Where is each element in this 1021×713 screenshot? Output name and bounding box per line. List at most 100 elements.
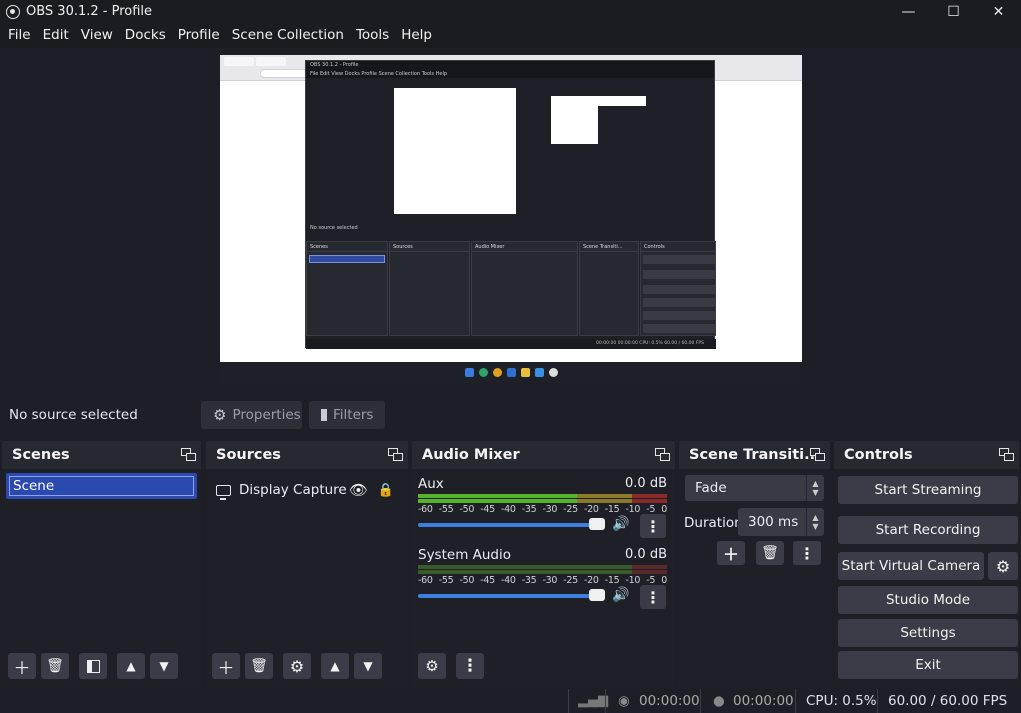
move-source-down-button[interactable]: ▼ [354,653,382,679]
volume-slider-handle[interactable] [589,589,605,601]
volume-slider[interactable] [418,523,605,527]
menu-edit[interactable]: Edit [37,23,75,48]
remove-scene-button[interactable]: 🗑 [41,653,69,679]
tick-label: -35 [521,504,537,515]
remove-transition-button[interactable]: 🗑 [756,541,784,565]
start-recording-button[interactable]: Start Recording [838,516,1018,544]
mixer-body: Aux 0.0 dB -60 -55 -50 -45 -40 -35 -30 -… [412,469,675,687]
divider [568,689,569,713]
tick-label: -50 [459,575,475,586]
audio-mixer-title: Audio Mixer [422,447,520,463]
preview-nested-docks: Scenes Sources Audio Mixer Scene Transit… [306,241,716,349]
volume-slider[interactable] [418,594,605,598]
volume-slider-handle[interactable] [589,518,605,530]
menu-file[interactable]: File [2,23,37,48]
undock-icon[interactable] [810,448,826,462]
preview-canvas[interactable]: OBS 30.1.2 - Profile File Edit View Dock… [220,55,802,383]
close-button[interactable]: ✕ [976,0,1021,23]
tick-label: -25 [563,504,578,515]
preview-nested-canvas-3 [598,106,670,144]
signal-bars-icon: ▂▄▆ [578,693,608,708]
properties-button[interactable]: ⚙ Properties [201,401,302,429]
duration-spinbox[interactable]: 300 ms ▲ ▼ [738,508,824,536]
undock-icon[interactable] [388,448,404,462]
menu-view[interactable]: View [75,23,119,48]
lock-icon[interactable]: 🔒 [378,483,394,498]
tick-label: -45 [480,575,495,586]
add-source-button[interactable]: ＋ [212,653,240,679]
scenes-title: Scenes [12,447,70,463]
mixer-menu-button[interactable]: ⋮ [456,653,484,679]
move-source-up-button[interactable]: ▲ [321,653,349,679]
window-title: OBS 30.1.2 - Profile [26,4,153,19]
sources-list[interactable]: Display Capture 👁 🔒 ＋ 🗑 ⚙ ▲ ▼ [206,469,408,687]
maximize-button[interactable]: ☐ [931,0,976,23]
add-transition-button[interactable]: ＋ [717,541,745,565]
preview-nested-scene [309,255,385,263]
menu-docks[interactable]: Docks [119,23,172,48]
preview-area[interactable]: OBS 30.1.2 - Profile File Edit View Dock… [0,48,1021,388]
transition-menu-button[interactable]: ⋮ [793,541,821,565]
settings-button[interactable]: Settings [838,619,1018,647]
windows-start-icon [464,368,474,377]
menu-help[interactable]: Help [395,23,438,48]
start-streaming-button[interactable]: Start Streaming [838,476,1018,504]
filter-icon [321,409,327,421]
scene-item[interactable]: Scene [6,473,197,499]
undock-icon[interactable] [655,448,671,462]
chevron-up-icon: ▲ [330,659,340,673]
tick-label: -10 [625,575,641,586]
scene-item-label: Scene [9,476,194,496]
sources-title: Sources [216,447,281,463]
transition-select[interactable]: Fade ▲ ▼ [685,475,824,501]
tick-label: -30 [542,575,558,586]
channel-menu-button[interactable]: ⋮ [640,585,666,609]
store-icon [534,368,544,377]
speaker-icon[interactable]: 🔊 [612,587,629,603]
channel-name: System Audio [418,547,512,563]
source-item[interactable]: Display Capture 👁 🔒 [216,479,398,501]
tick-label: -40 [501,575,516,586]
undock-icon[interactable] [181,448,197,462]
preview-nested-canvas-2 [551,96,670,144]
scene-filters-button[interactable] [79,653,107,679]
filters-button[interactable]: Filters [309,401,385,429]
start-virtual-camera-button[interactable]: Start Virtual Camera [838,552,984,580]
source-properties-button[interactable]: ⚙ [283,653,311,679]
divider [605,689,606,713]
add-scene-button[interactable]: ＋ [8,653,36,679]
scenes-dock: Scenes Scene ＋ 🗑 ▲ ▼ [2,441,201,687]
exit-button[interactable]: Exit [838,651,1018,679]
preview-nested-dock-title: Scene Transiti... [580,242,638,252]
remove-source-button[interactable]: 🗑 [245,653,273,679]
scenes-list[interactable]: Scene ＋ 🗑 ▲ ▼ [2,469,201,687]
preview-nested-dock: Scenes [306,241,388,336]
mixer-channel-aux: Aux 0.0 dB -60 -55 -50 -45 -40 -35 -30 -… [418,476,667,546]
virtual-camera-settings-button[interactable]: ⚙ [988,552,1018,580]
mixer-settings-button[interactable]: ⚙ [418,653,446,679]
divider [877,689,878,713]
minimize-button[interactable]: — [886,0,931,23]
sources-dock: Sources Display Capture 👁 🔒 ＋ 🗑 ⚙ ▲ ▼ [206,441,408,687]
undock-icon[interactable] [999,448,1015,462]
channel-menu-button[interactable]: ⋮ [640,514,666,538]
audio-meter [418,499,667,503]
menu-profile[interactable]: Profile [172,23,226,48]
menu-scene-collection[interactable]: Scene Collection [226,23,350,48]
speaker-icon[interactable]: 🔊 [612,516,629,532]
preview-nested-control [643,285,715,294]
gear-icon: ⚙ [995,556,1011,576]
menu-tools[interactable]: Tools [350,23,395,48]
chevron-down-icon: ▼ [159,659,169,673]
tick-label: -10 [625,504,641,515]
select-arrows-icon: ▲ ▼ [806,475,824,501]
studio-mode-button[interactable]: Studio Mode [838,586,1018,614]
properties-label: Properties [232,407,301,423]
tick-label: -60 [418,504,433,515]
move-scene-up-button[interactable]: ▲ [117,653,145,679]
eye-icon[interactable]: 👁 [349,481,368,499]
spin-arrows-icon[interactable]: ▲ ▼ [806,508,824,536]
move-scene-down-button[interactable]: ▼ [150,653,178,679]
mixer-channel-system-audio: System Audio 0.0 dB -60 -55 -50 -45 -40 … [418,547,667,617]
streaming-icon: ◉ [618,693,630,709]
